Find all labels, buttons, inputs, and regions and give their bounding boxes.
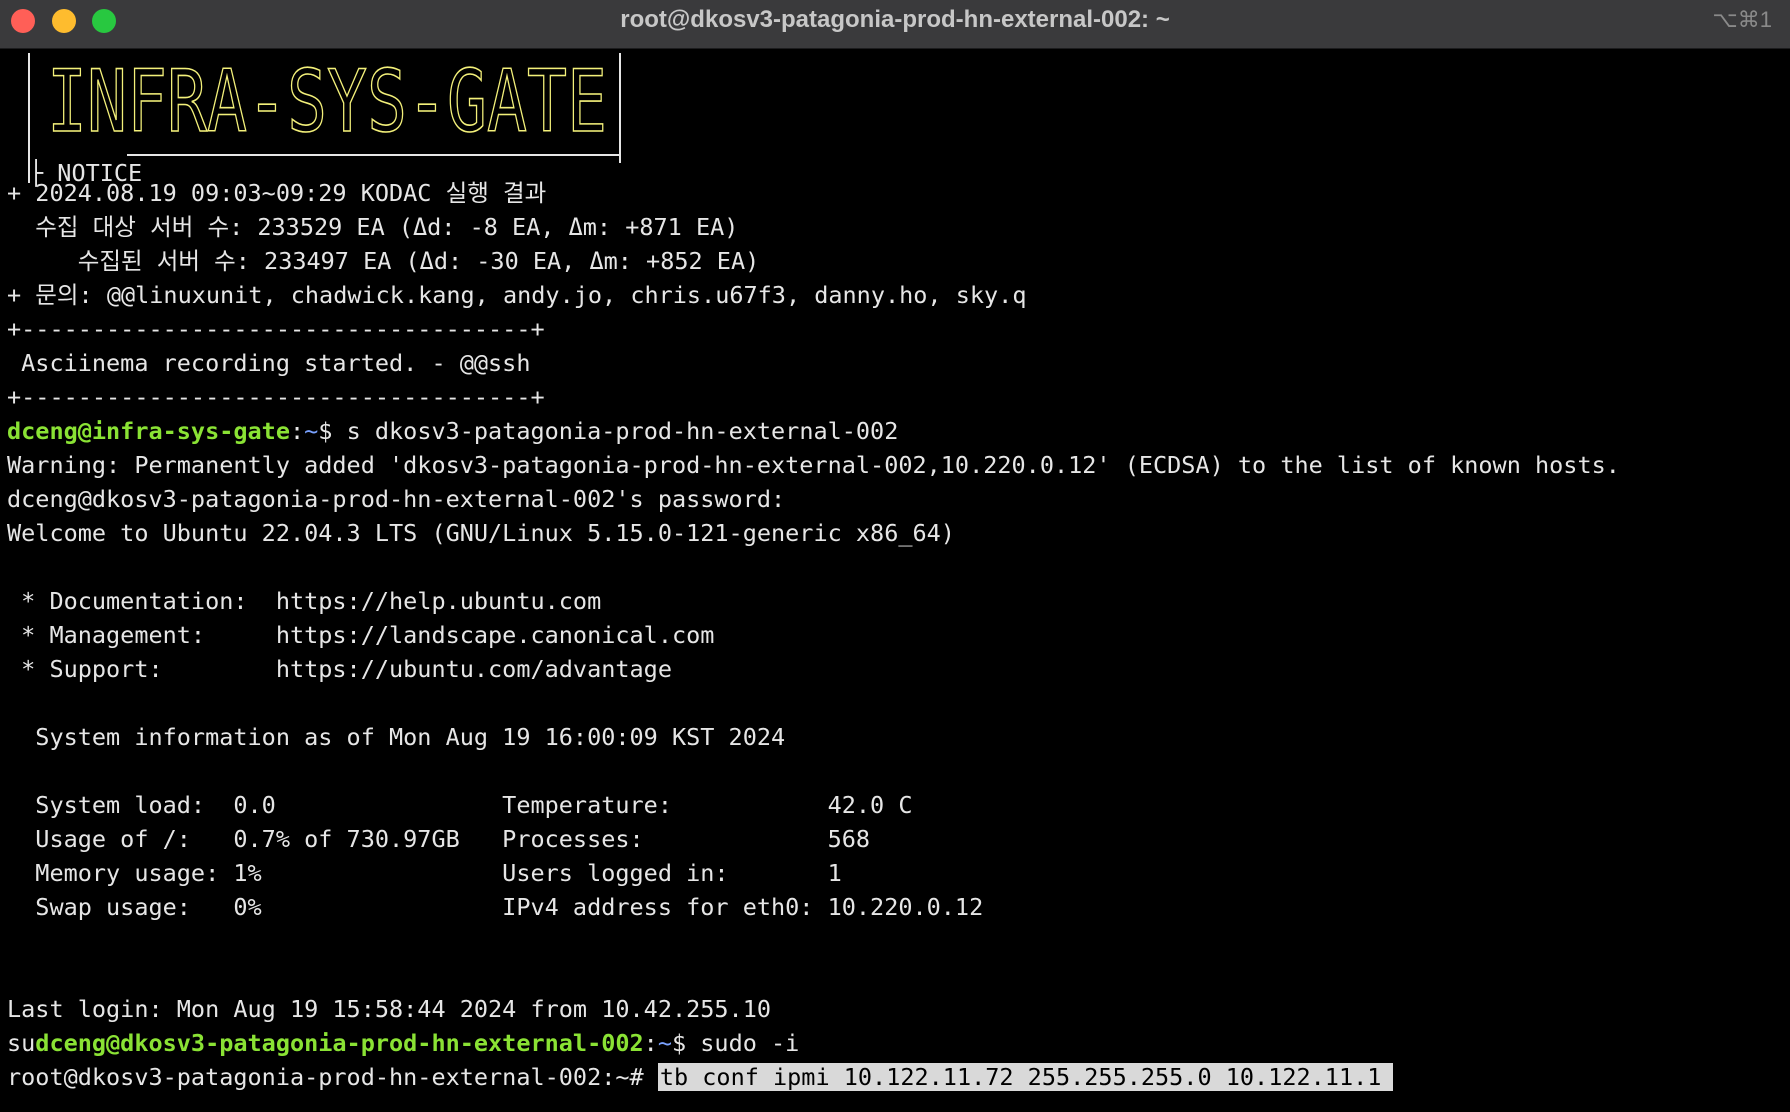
title-bar: root@dkosv3-patagonia-prod-hn-external-0… (0, 0, 1790, 49)
notice-line-2: 수집 대상 서버 수: 233529 EA (Δd: -8 EA, Δm: +8… (7, 213, 739, 241)
terminal-window: root@dkosv3-patagonia-prod-hn-external-0… (0, 0, 1790, 1112)
prompt-user-host: dceng@infra-sys-gate (7, 417, 290, 445)
stats-line-1: System load: 0.0 Temperature: 42.0 C (7, 791, 913, 819)
prompt-line-2: sudceng@dkosv3-patagonia-prod-hn-externa… (7, 1029, 800, 1057)
selected-command[interactable]: tb conf ipmi 10.122.11.72 255.255.255.0 … (657, 1063, 1394, 1091)
prompt-path: ~ (304, 417, 319, 445)
notice-line-3: 수집된 서버 수: 233497 EA (Δd: -30 EA, Δm: +85… (7, 247, 760, 275)
stats-line-3: Memory usage: 1% Users logged in: 1 (7, 859, 842, 887)
prompt-command: $ sudo -i (671, 1029, 800, 1057)
notice-line-4: + 문의: @@linuxunit, chadwick.kang, andy.j… (7, 281, 1027, 309)
last-login: Last login: Mon Aug 19 15:58:44 2024 fro… (7, 995, 772, 1023)
window-shortcut: ⌥⌘1 (1712, 7, 1772, 32)
prompt-line-1: dceng@infra-sys-gate:~$ s dkosv3-patagon… (7, 417, 899, 445)
welcome-message: Welcome to Ubuntu 22.04.3 LTS (GNU/Linux… (7, 519, 955, 547)
window-title: root@dkosv3-patagonia-prod-hn-external-0… (620, 6, 1170, 33)
stats-line-2: Usage of /: 0.7% of 730.97GB Processes: … (7, 825, 871, 853)
separator-2: +------------------------------------+ (7, 383, 545, 411)
ssh-warning: Warning: Permanently added 'dkosv3-patag… (7, 451, 1620, 479)
prompt-path: ~ (657, 1029, 672, 1057)
system-info-header: System information as of Mon Aug 19 16:0… (7, 723, 786, 751)
root-prompt: root@dkosv3-patagonia-prod-hn-external-0… (7, 1063, 658, 1091)
stats-line-4: Swap usage: 0% IPv4 address for eth0: 10… (7, 893, 984, 921)
password-prompt: dceng@dkosv3-patagonia-prod-hn-external-… (7, 485, 786, 513)
prompt-user-host: dceng@dkosv3-patagonia-prod-hn-external-… (35, 1029, 644, 1057)
documentation-line: * Documentation: https://help.ubuntu.com (7, 587, 602, 615)
terminal-output[interactable]: INFRA-SYS-GATE ├ NOTICE + 2024.08.19 09:… (7, 50, 1783, 1108)
management-line: * Management: https://landscape.canonica… (7, 621, 715, 649)
separator-1: +------------------------------------+ (7, 315, 545, 343)
banner-logo-text: INFRA-SYS-GATE (47, 53, 607, 152)
asciinema-notice: Asciinema recording started. - @@ssh (7, 349, 531, 377)
support-line: * Support: https://ubuntu.com/advantage (7, 655, 672, 683)
notice-line-1: + 2024.08.19 09:03~09:29 KODAC 실행 결과 (7, 179, 547, 207)
prompt-line-3: root@dkosv3-patagonia-prod-hn-external-0… (7, 1060, 1394, 1094)
prompt-command: $ s dkosv3-patagonia-prod-hn-external-00… (318, 417, 899, 445)
